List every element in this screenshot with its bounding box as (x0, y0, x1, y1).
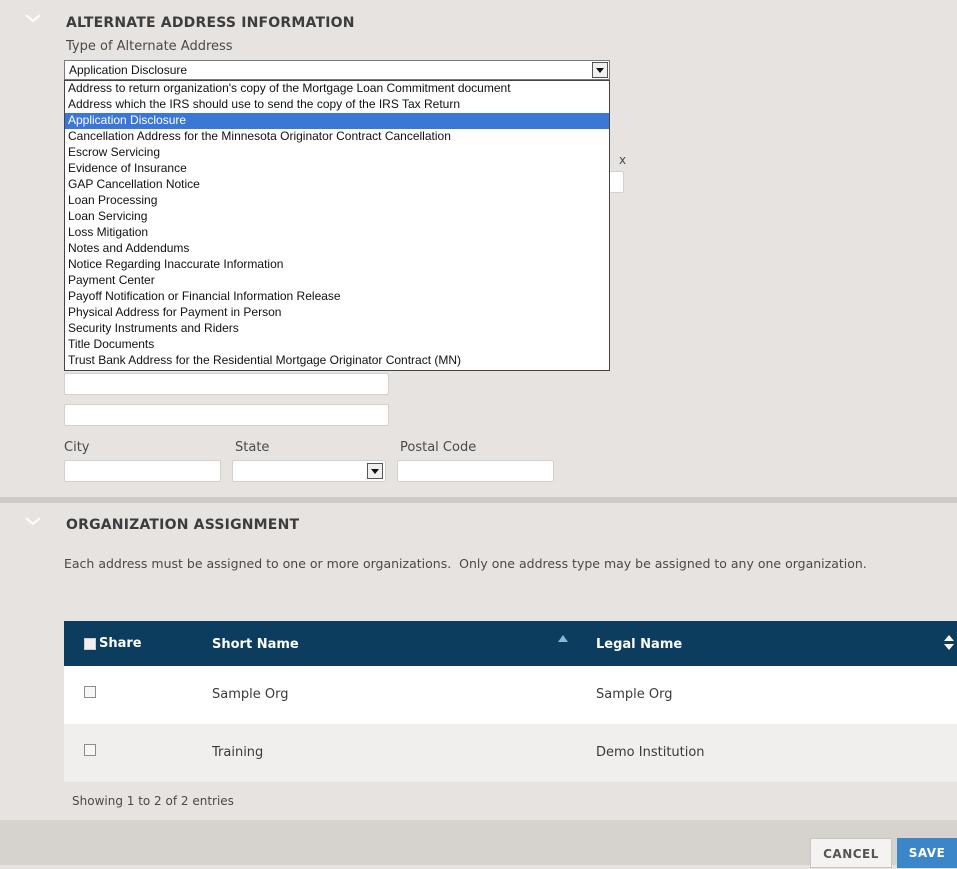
address-line-field-2[interactable] (64, 404, 389, 426)
column-header-share[interactable]: Share (99, 636, 142, 651)
dropdown-option[interactable]: Title Documents (65, 337, 609, 353)
hidden-label-fragment: x (619, 153, 627, 167)
share-checkbox[interactable] (84, 744, 96, 756)
cancel-button[interactable]: CANCEL (810, 838, 892, 868)
chevron-down-icon[interactable] (24, 515, 42, 527)
dropdown-option[interactable]: Application Disclosure (65, 113, 609, 129)
dropdown-option[interactable]: Trust Bank Address for the Residential M… (65, 353, 609, 369)
action-bar: CANCEL SAVE (0, 820, 957, 868)
partially-hidden-input[interactable] (610, 171, 624, 193)
column-header-legal-name[interactable]: Legal Name (596, 637, 682, 652)
city-field[interactable] (64, 460, 221, 482)
dropdown-option[interactable]: GAP Cancellation Notice (65, 177, 609, 193)
alternate-address-type-options[interactable]: Address to return organization's copy of… (64, 80, 610, 371)
legal-name-cell: Demo Institution (596, 745, 705, 760)
dropdown-option[interactable]: Address to return organization's copy of… (65, 81, 609, 97)
postal-code-field[interactable] (397, 460, 554, 482)
triangle-down-icon[interactable] (367, 463, 383, 479)
dropdown-option[interactable]: Address which the IRS should use to send… (65, 97, 609, 113)
dropdown-option[interactable]: Payoff Notification or Financial Informa… (65, 289, 609, 305)
dropdown-option[interactable]: Security Instruments and Riders (65, 321, 609, 337)
dropdown-option[interactable]: Loan Processing (65, 193, 609, 209)
share-checkbox[interactable] (84, 686, 96, 698)
chevron-down-icon[interactable] (24, 12, 42, 24)
table-row[interactable]: Sample Org Sample Org (64, 666, 957, 724)
save-button[interactable]: SAVE (897, 838, 957, 868)
organization-table: Share Short Name Legal Name Sample Org S… (64, 621, 957, 782)
dropdown-option[interactable]: Notes and Addendums (65, 241, 609, 257)
triangle-down-icon[interactable] (592, 62, 608, 78)
section-title-organization-assignment: ORGANIZATION ASSIGNMENT (66, 517, 300, 533)
dropdown-option[interactable]: Escrow Servicing (65, 145, 609, 161)
dropdown-option[interactable]: Loan Servicing (65, 209, 609, 225)
section-title-alternate-address: ALTERNATE ADDRESS INFORMATION (66, 15, 355, 31)
selected-value: Application Disclosure (69, 63, 188, 77)
type-label: Type of Alternate Address (66, 39, 233, 54)
table-info: Showing 1 to 2 of 2 entries (72, 794, 234, 808)
sort-icon[interactable] (944, 635, 954, 651)
state-select[interactable] (232, 460, 386, 482)
city-label: City (64, 440, 90, 455)
dropdown-option[interactable]: Cancellation Address for the Minnesota O… (65, 129, 609, 145)
dropdown-option[interactable]: Physical Address for Payment in Person (65, 305, 609, 321)
dropdown-option[interactable]: Payment Center (65, 273, 609, 289)
assignment-description: Each address must be assigned to one or … (64, 556, 867, 571)
state-label: State (235, 440, 270, 455)
short-name-cell: Training (212, 745, 264, 760)
column-header-short-name[interactable]: Short Name (212, 637, 299, 652)
short-name-cell: Sample Org (212, 687, 289, 702)
alternate-address-type-select[interactable]: Application Disclosure (64, 60, 610, 80)
legal-name-cell: Sample Org (596, 687, 673, 702)
dropdown-option[interactable]: Loss Mitigation (65, 225, 609, 241)
dropdown-option[interactable]: Evidence of Insurance (65, 161, 609, 177)
sort-asc-icon[interactable] (558, 635, 568, 643)
share-all-checkbox[interactable] (84, 638, 96, 650)
postal-code-label: Postal Code (400, 440, 477, 455)
dropdown-option[interactable]: Notice Regarding Inaccurate Information (65, 257, 609, 273)
address-line-field[interactable] (64, 373, 389, 395)
table-row[interactable]: Training Demo Institution (64, 724, 957, 782)
table-header: Share Short Name Legal Name (64, 621, 957, 666)
